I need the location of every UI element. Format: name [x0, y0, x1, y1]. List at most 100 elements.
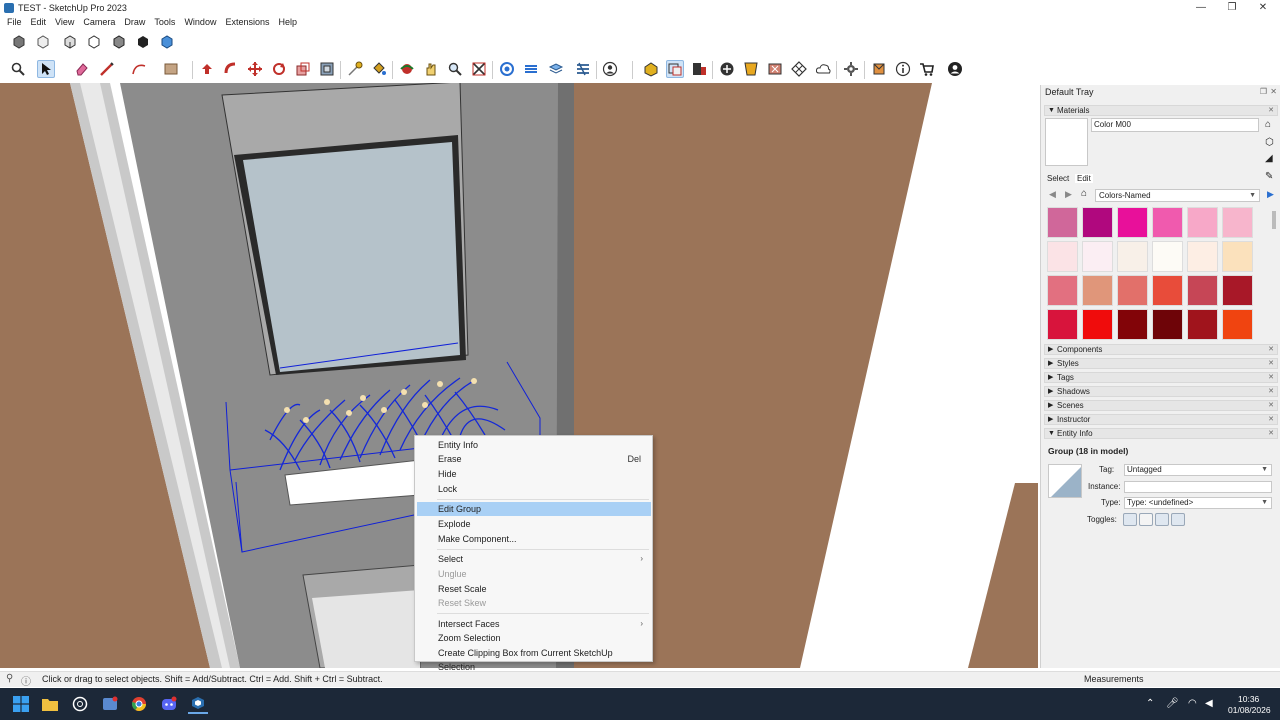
3d-warehouse-icon[interactable] — [642, 60, 660, 78]
menu-edit[interactable]: Edit — [27, 17, 51, 27]
materials-panel-header[interactable]: ▼ Materials ✕ — [1044, 105, 1278, 116]
taskbar-time[interactable]: 10:36 — [1238, 694, 1259, 704]
chatgpt-icon[interactable] — [70, 694, 90, 714]
menu-item-select[interactable]: Select › — [417, 552, 651, 566]
eraser-icon[interactable] — [73, 60, 91, 78]
panel-close-icon[interactable]: ✕ — [1268, 345, 1274, 355]
color-swatch[interactable] — [1082, 275, 1113, 306]
material-name-field[interactable]: Color M00 — [1091, 118, 1259, 132]
add-location-icon[interactable] — [718, 60, 736, 78]
cast-shadows-toggle-icon[interactable] — [1171, 513, 1185, 526]
scale-tool-icon[interactable] — [294, 60, 312, 78]
sketchup-taskbar-icon[interactable] — [188, 694, 208, 714]
menu-view[interactable]: View — [51, 17, 78, 27]
shadows-panel-header[interactable]: ▶ Shadows ✕ — [1044, 386, 1278, 397]
menu-help[interactable]: Help — [274, 17, 301, 27]
color-swatch[interactable] — [1117, 241, 1148, 272]
lock-toggle-icon[interactable] — [1139, 513, 1153, 526]
measurements-input[interactable] — [1150, 673, 1276, 686]
push-pull-icon[interactable] — [198, 60, 216, 78]
sandbox-icon[interactable] — [790, 60, 808, 78]
menu-item-intersect-faces[interactable]: Intersect Faces › — [417, 617, 651, 631]
back-view-icon[interactable] — [110, 33, 128, 51]
right-view-icon[interactable] — [85, 33, 103, 51]
color-swatch[interactable] — [1047, 309, 1078, 340]
menu-window[interactable]: Window — [180, 17, 220, 27]
zoom-icon[interactable] — [446, 60, 464, 78]
collection-select[interactable]: Colors-Named ▼ — [1095, 189, 1260, 202]
menu-item-create-clipping-box[interactable]: Create Clipping Box from Current SketchU… — [417, 646, 651, 672]
tab-select[interactable]: Select — [1047, 174, 1069, 183]
color-swatch[interactable] — [1152, 275, 1183, 306]
color-swatch[interactable] — [1047, 241, 1078, 272]
windows-start-icon[interactable] — [11, 694, 31, 714]
color-swatch[interactable] — [1187, 309, 1218, 340]
move-tool-icon[interactable] — [246, 60, 264, 78]
front-view-icon[interactable] — [61, 33, 79, 51]
menu-item-zoom-selection[interactable]: Zoom Selection — [417, 631, 651, 645]
tab-edit[interactable]: Edit — [1075, 174, 1093, 183]
geo-location-icon[interactable]: ⚲ — [6, 673, 13, 684]
cart-icon[interactable] — [918, 60, 936, 78]
menu-camera[interactable]: Camera — [79, 17, 119, 27]
offset-tool-icon[interactable] — [318, 60, 336, 78]
pan-icon[interactable] — [422, 60, 440, 78]
default-material-icon[interactable]: ⌂ — [1265, 119, 1271, 130]
menu-draw[interactable]: Draw — [120, 17, 149, 27]
menu-item-explode[interactable]: Explode — [417, 517, 651, 531]
color-swatch[interactable] — [1082, 309, 1113, 340]
color-swatch[interactable] — [1187, 275, 1218, 306]
tray-overflow-icon[interactable]: ⌃ — [1146, 698, 1154, 709]
tag-settings-icon[interactable] — [574, 60, 592, 78]
menu-item-lock[interactable]: Lock — [417, 482, 651, 496]
section-plane-icon[interactable] — [498, 60, 516, 78]
close-button[interactable]: ✕ — [1248, 0, 1278, 15]
panel-close-icon[interactable]: ✕ — [1268, 373, 1274, 383]
color-swatch[interactable] — [1152, 207, 1183, 238]
swatch-scrollbar[interactable] — [1272, 211, 1276, 229]
tray-pin-icon[interactable]: ❐ — [1260, 85, 1267, 99]
forward-arrow-icon[interactable]: ▶ — [1065, 189, 1072, 200]
type-select[interactable]: Type: <undefined> ▼ — [1124, 497, 1272, 509]
panel-close-icon[interactable]: ✕ — [1268, 429, 1274, 439]
select-tool-icon[interactable] — [37, 60, 55, 78]
color-swatch[interactable] — [1187, 241, 1218, 272]
menu-item-edit-group[interactable]: Edit Group — [417, 502, 651, 516]
menu-item-hide[interactable]: Hide — [417, 467, 651, 481]
network-icon[interactable]: ◠ — [1188, 698, 1197, 709]
follow-me-icon[interactable] — [222, 60, 240, 78]
menu-extensions[interactable]: Extensions — [221, 17, 273, 27]
line-tool-icon[interactable] — [98, 60, 116, 78]
panel-close-icon[interactable]: ✕ — [1268, 106, 1274, 116]
instance-input[interactable] — [1124, 481, 1272, 493]
gear-icon[interactable] — [842, 60, 860, 78]
tags-tool-icon[interactable] — [522, 60, 540, 78]
tray-close-icon[interactable]: ✕ — [1270, 85, 1277, 99]
color-swatch[interactable] — [1187, 207, 1218, 238]
color-swatch[interactable] — [1152, 241, 1183, 272]
color-swatch[interactable] — [1152, 309, 1183, 340]
send-to-layout-icon[interactable] — [690, 60, 708, 78]
instructor-panel-header[interactable]: ▶ Instructor ✕ — [1044, 414, 1278, 425]
color-swatch[interactable] — [1047, 275, 1078, 306]
sketchup-viewer-icon[interactable] — [870, 60, 888, 78]
color-swatch[interactable] — [1117, 275, 1148, 306]
tag-select[interactable]: Untagged ▼ — [1124, 464, 1272, 476]
panel-close-icon[interactable]: ✕ — [1268, 359, 1274, 369]
arc-tool-icon[interactable] — [130, 60, 148, 78]
rotate-tool-icon[interactable] — [270, 60, 288, 78]
tags-panel-header[interactable]: ▶ Tags ✕ — [1044, 372, 1278, 383]
left-view-icon[interactable] — [134, 33, 152, 51]
profile-icon[interactable] — [946, 60, 964, 78]
components-panel-header[interactable]: ▶ Components ✕ — [1044, 344, 1278, 355]
chrome-icon[interactable] — [129, 694, 149, 714]
paint-bucket-icon[interactable] — [370, 60, 388, 78]
extension-warehouse-icon[interactable] — [666, 60, 684, 78]
create-material-icon[interactable]: ⬡ — [1265, 137, 1274, 148]
color-swatch[interactable] — [1117, 309, 1148, 340]
styles-panel-header[interactable]: ▶ Styles ✕ — [1044, 358, 1278, 369]
layers-icon[interactable] — [547, 60, 565, 78]
panel-close-icon[interactable]: ✕ — [1268, 415, 1274, 425]
sample-paint-icon[interactable]: ◢ — [1265, 153, 1273, 164]
tape-measure-icon[interactable] — [346, 60, 364, 78]
